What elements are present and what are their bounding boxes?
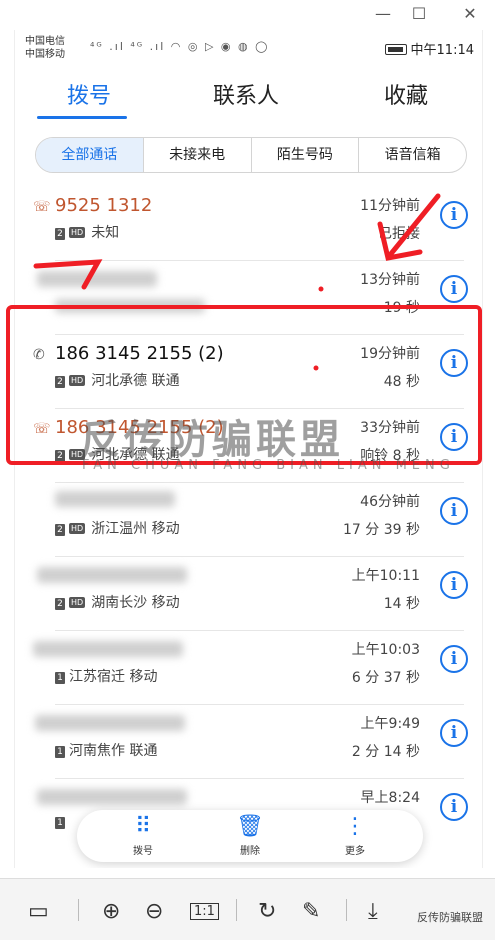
- rotate-icon[interactable]: ↻: [258, 899, 276, 924]
- edit-icon[interactable]: ✎: [302, 899, 320, 924]
- fit-window-icon[interactable]: ▭: [28, 899, 49, 924]
- annotation-arrow-shaft: [387, 193, 441, 258]
- actual-size-icon[interactable]: 1:1: [190, 903, 219, 920]
- zoom-out-icon[interactable]: ⊖: [145, 899, 163, 924]
- toolbar-separator: [236, 899, 237, 921]
- wechat-account-tag: 反传防骗联盟: [417, 911, 483, 924]
- annotation-dot: [318, 286, 324, 292]
- viewer-toolbar: ▭ ⊕ ⊖ 1:1 ↻ ✎ ⤓ 反传防骗联盟: [0, 878, 495, 940]
- toolbar-separator: [346, 899, 347, 921]
- download-icon[interactable]: ⤓: [368, 899, 378, 924]
- zoom-in-icon[interactable]: ⊕: [102, 899, 120, 924]
- annotation-dot: [313, 365, 319, 371]
- watermark-subtext: FAN CHUAN FANG BIAN LIAN MENG: [82, 458, 455, 473]
- toolbar-separator: [78, 899, 79, 921]
- watermark-text: 反传防骗联盟: [80, 417, 344, 463]
- annotation-stroke: [33, 259, 103, 290]
